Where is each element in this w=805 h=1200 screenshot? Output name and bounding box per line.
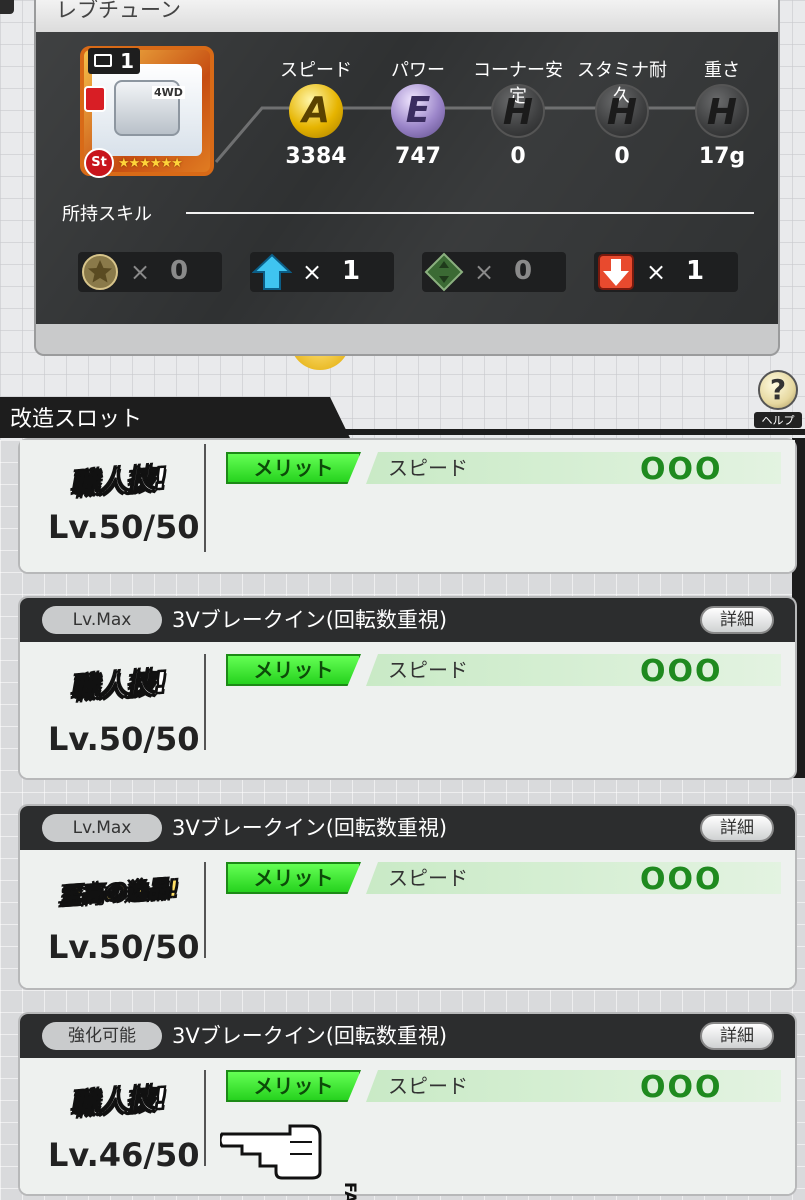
slot-part-name: 3Vブレークイン(回転数重視) — [172, 608, 448, 632]
skill-down[interactable]: × 1 — [594, 252, 738, 292]
skill-count: 1 — [686, 256, 705, 286]
merit-label: メリット — [226, 452, 361, 484]
part-info-panel: レブチューン 4WD 1 St ★★★★★★ スピード A 3384 パワー E 747… — [34, 0, 780, 356]
stat-label: スピード — [280, 60, 352, 81]
rating-circles: OOO — [640, 452, 723, 487]
skill-times: × — [474, 258, 495, 286]
detail-button[interactable]: 詳細 — [700, 606, 774, 634]
grade-medal: E — [391, 84, 445, 138]
detail-button[interactable]: 詳細 — [700, 1022, 774, 1050]
pointing-hand-icon — [220, 1124, 322, 1180]
stat-label: パワー — [391, 60, 445, 81]
detail-button[interactable]: 詳細 — [700, 814, 774, 842]
stat-value: 0 — [510, 144, 526, 169]
mod-slot-title: 改造スロット — [10, 407, 143, 432]
merit-stat: スピード — [388, 866, 468, 890]
skill-count: 1 — [342, 256, 361, 286]
stat-value: 0 — [614, 144, 630, 169]
stat-label: コーナー安定 — [473, 60, 563, 107]
grade-medal: H — [595, 84, 649, 138]
slot-level: Lv.50/50 — [48, 928, 200, 966]
rating-circles: OOO — [640, 862, 723, 897]
quality-badge: 職人技! — [69, 1081, 169, 1122]
rating-circles: OOO — [640, 1070, 723, 1105]
stat-value: 747 — [395, 144, 441, 169]
slot-part-name: 3Vブレークイン(回転数重視) — [172, 816, 448, 840]
slot-status-tag: 強化可能 — [42, 1022, 162, 1050]
quality-badge: 職人技! — [69, 461, 169, 502]
skill-star[interactable]: × 0 — [78, 252, 222, 292]
slot-part-name: 3Vブレークイン(回転数重視) — [172, 1024, 448, 1048]
arrow-down-icon — [598, 254, 634, 290]
stat-stamina: スタミナ耐久H 0 — [574, 56, 670, 169]
panel-title-bar: レブチューン — [36, 0, 778, 32]
slot-level: Lv.46/50 — [48, 1136, 200, 1174]
grade-medal: H — [491, 84, 545, 138]
stat-power: パワー E 747 — [370, 56, 466, 169]
merit-stat: スピード — [388, 456, 468, 480]
skills-divider — [186, 212, 754, 214]
stat-cornering: コーナー安定H 0 — [470, 56, 566, 169]
mod-slot-3[interactable]: Lv.Max 3Vブレークイン(回転数重視) 詳細 至高の逸品! Lv.50/5… — [20, 806, 795, 988]
skill-times: × — [646, 258, 667, 286]
stat-speed: スピード A 3384 — [268, 56, 364, 169]
panel-title: レブチューン — [56, 0, 181, 22]
grade-medal: A — [289, 84, 343, 138]
slot-level: Lv.50/50 — [48, 720, 200, 758]
quality-badge: 至高の逸品! — [58, 876, 180, 911]
mod-slot-2[interactable]: Lv.Max 3Vブレークイン(回転数重視) 詳細 職人技! Lv.50/50 … — [20, 598, 795, 778]
skill-up[interactable]: × 1 — [250, 252, 394, 292]
quality-badge: 職人技! — [69, 665, 169, 706]
mod-slot-1[interactable]: 職人技! Lv.50/50 メリット スピード OOO — [20, 440, 795, 572]
stat-weight: 重さ H 17g — [674, 56, 770, 169]
watermark: FAN — [341, 1182, 360, 1200]
grade-medal: H — [695, 84, 749, 138]
skills-heading: 所持スキル — [62, 204, 152, 225]
star-icon — [82, 254, 118, 290]
panel-body: 4WD 1 St ★★★★★★ スピードA3384 パワーE747 コーナー安定… — [36, 32, 778, 324]
diamond-arrows-icon — [424, 252, 464, 292]
mod-slot-4[interactable]: 強化可能 3Vブレークイン(回転数重視) 詳細 職人技! Lv.46/50 メリ… — [20, 1014, 795, 1200]
stat-value: 3384 — [285, 144, 347, 169]
rating-circles: OOO — [640, 654, 723, 689]
slot-level: Lv.50/50 — [48, 508, 200, 546]
slot-status-tag: Lv.Max — [42, 814, 162, 842]
skill-times: × — [302, 258, 323, 286]
skill-count: 0 — [514, 256, 533, 286]
merit-label: メリット — [226, 862, 361, 894]
merit-stat: スピード — [388, 658, 468, 682]
slot-status-tag: Lv.Max — [42, 606, 162, 634]
merit-label: メリット — [226, 654, 361, 686]
skill-balance[interactable]: × 0 — [422, 252, 566, 292]
arrow-up-icon — [252, 253, 292, 290]
skill-count: 0 — [170, 256, 189, 286]
skill-times: × — [130, 258, 151, 286]
mod-slot-header: 改造スロット — [0, 397, 805, 438]
stat-label: スタミナ耐久 — [577, 60, 667, 107]
merit-stat: スピード — [388, 1074, 468, 1098]
corner-frame — [0, 0, 14, 14]
merit-label: メリット — [226, 1070, 361, 1102]
stat-value: 17g — [698, 144, 746, 169]
stat-label: 重さ — [704, 60, 740, 81]
